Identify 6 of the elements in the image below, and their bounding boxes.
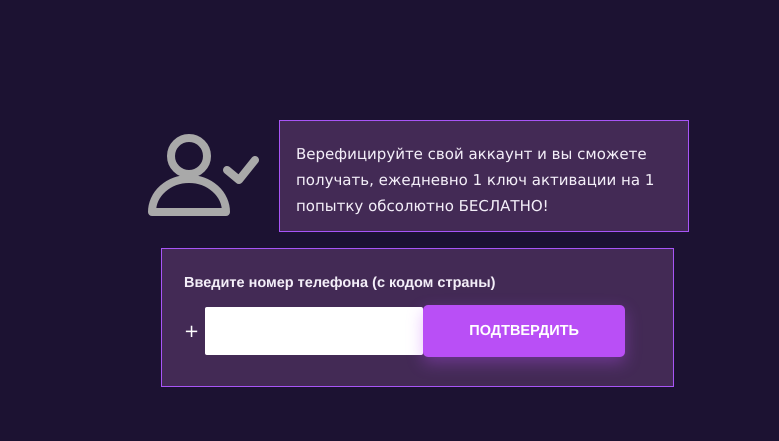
info-message: Верефицируйте свой аккаунт и вы сможете получать, ежедневно 1 ключ активации на 1 попытку обсолютно БЕСЛАТНО!	[279, 120, 689, 232]
user-check-icon	[147, 134, 259, 218]
phone-prefix: +	[184, 320, 200, 342]
phone-label: Введите номер телефона (с кодом страны)	[184, 275, 496, 291]
phone-input[interactable]	[205, 307, 424, 355]
confirm-button[interactable]: ПОДТВЕРДИТЬ	[423, 305, 626, 357]
